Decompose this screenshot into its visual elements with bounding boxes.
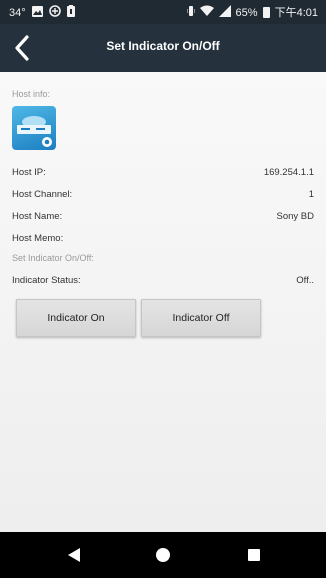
signal-icon — [218, 5, 231, 20]
indicator-on-button[interactable]: Indicator On — [16, 299, 136, 337]
battery-icon — [262, 7, 270, 18]
host-ip-label: Host IP: — [12, 167, 46, 178]
page-title: Set Indicator On/Off — [106, 39, 220, 53]
nav-home-button[interactable] — [133, 532, 193, 578]
host-channel-label: Host Channel: — [12, 189, 73, 200]
indicator-status-label: Indicator Status: — [12, 275, 81, 286]
indicator-off-button[interactable]: Indicator Off — [141, 299, 261, 337]
home-circle-icon — [156, 548, 170, 562]
nav-recents-button[interactable] — [224, 532, 284, 578]
host-name-value: Sony BD — [276, 211, 315, 222]
wifi-icon — [199, 5, 214, 20]
host-name-label: Host Name: — [12, 211, 63, 222]
nav-back-button[interactable] — [44, 532, 104, 578]
host-ip-value: 169.254.1.1 — [263, 167, 314, 178]
notification-icon — [66, 5, 75, 20]
recents-square-icon — [248, 549, 260, 561]
app-icon — [48, 5, 61, 20]
blu-ray-player-icon — [12, 106, 56, 150]
status-bar-right: 65% 下午4:01 — [186, 5, 318, 20]
app-header: Set Indicator On/Off — [0, 24, 326, 72]
host-channel-value: 1 — [308, 189, 314, 200]
status-bar-left: 34° — [9, 5, 75, 20]
host-memo-row: Host Memo: — [12, 233, 314, 247]
indicator-status-value: Off.. — [296, 275, 314, 286]
status-bar: 34° 65% 下午4:01 — [0, 0, 326, 24]
image-icon — [31, 5, 43, 20]
vibrate-icon — [186, 5, 196, 20]
indicator-status-row: Indicator Status: Off.. — [12, 275, 314, 289]
battery-percent: 65% — [235, 6, 258, 19]
host-info-label: Host info: — [12, 89, 51, 99]
clock-time: 下午4:01 — [274, 6, 318, 19]
host-name-row: Host Name: Sony BD — [12, 211, 314, 225]
host-ip-row: Host IP: 169.254.1.1 — [12, 167, 314, 181]
set-indicator-label: Set Indicator On/Off: — [12, 253, 94, 263]
back-triangle-icon — [68, 548, 80, 562]
host-memo-label: Host Memo: — [12, 233, 64, 244]
host-channel-row: Host Channel: 1 — [12, 189, 314, 203]
temperature-text: 34° — [9, 6, 26, 19]
navigation-bar — [0, 532, 326, 578]
